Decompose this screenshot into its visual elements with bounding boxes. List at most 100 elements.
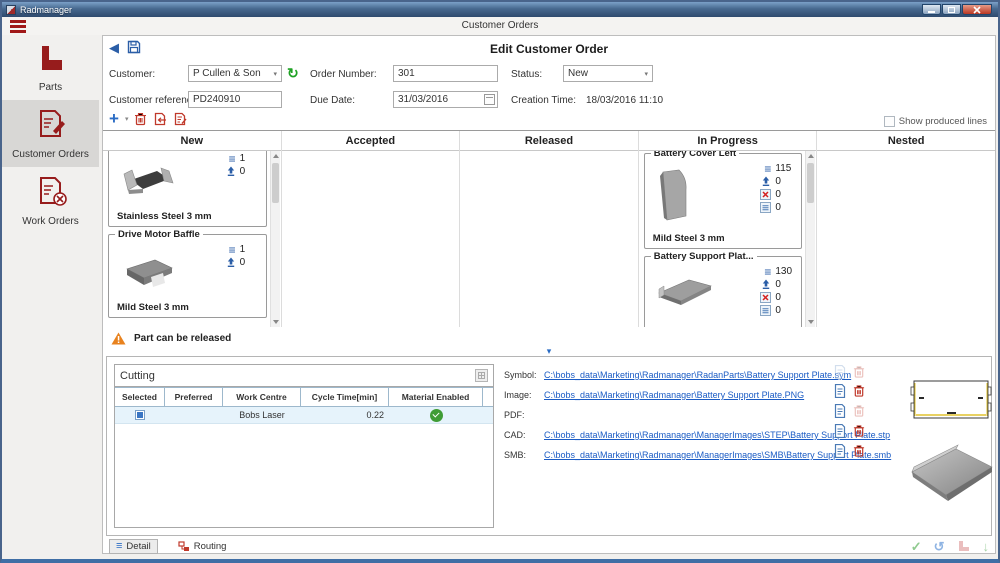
card-material: Mild Steel 3 mm bbox=[117, 302, 189, 313]
sidebar-item-label: Parts bbox=[4, 82, 97, 93]
file-link[interactable]: C:\bobs_data\Marketing\Radmanager\RadanP… bbox=[544, 370, 851, 380]
file-row-cad: CAD: C:\bobs_data\Marketing\Radmanager\M… bbox=[504, 427, 890, 443]
detail-list-icon: ≡ bbox=[116, 542, 122, 551]
file-label: Image: bbox=[504, 390, 544, 400]
customer-select[interactable]: P Cullen & Son ▾ bbox=[188, 65, 282, 82]
sidebar-item-label: Work Orders bbox=[4, 216, 97, 227]
window-title: Radmanager bbox=[20, 5, 922, 15]
status-select[interactable]: New ▾ bbox=[563, 65, 653, 82]
column-header: In Progress bbox=[639, 131, 817, 151]
order-line-card[interactable]: Battery Cover Left ≡115 0 bbox=[644, 153, 803, 249]
tab-detail[interactable]: ≡ Detail bbox=[109, 539, 158, 554]
part-action-icon[interactable] bbox=[957, 540, 971, 552]
file-delete-icon[interactable] bbox=[853, 444, 865, 458]
creation-time-label: Creation Time: bbox=[511, 95, 576, 106]
customer-reference-input[interactable] bbox=[188, 91, 282, 108]
reject-icon bbox=[760, 292, 771, 303]
column-header-preferred[interactable]: Preferred bbox=[165, 387, 223, 406]
export-line-icon[interactable] bbox=[153, 112, 167, 126]
board-column-new: New Chassis Base Panel ≡1 bbox=[103, 131, 282, 327]
cutting-title: Cutting bbox=[120, 370, 475, 382]
part-drawing-preview bbox=[907, 375, 995, 425]
file-delete-icon bbox=[853, 365, 865, 379]
board-column-nested: Nested bbox=[817, 131, 995, 327]
customer-label: Customer: bbox=[109, 69, 155, 80]
upload-count-value: 0 bbox=[775, 176, 793, 187]
column-header-material-enabled[interactable]: Material Enabled bbox=[389, 387, 483, 406]
column-header: Released bbox=[460, 131, 638, 151]
download-icon[interactable]: ↓ bbox=[983, 540, 990, 553]
part-thumbnail bbox=[117, 158, 179, 202]
minimize-button[interactable] bbox=[922, 4, 941, 15]
customer-value: P Cullen & Son bbox=[193, 68, 261, 79]
add-line-dropdown-icon[interactable]: ▾ bbox=[125, 115, 129, 123]
delete-line-icon[interactable] bbox=[134, 112, 147, 126]
column-body bbox=[282, 151, 460, 327]
quantity-icon: ≡ bbox=[764, 164, 771, 174]
sidebar-item-work-orders[interactable]: Work Orders bbox=[2, 167, 99, 234]
sidebar-item-customer-orders[interactable]: Customer Orders bbox=[2, 100, 99, 167]
file-row-symbol: Symbol: C:\bobs_data\Marketing\Radmanage… bbox=[504, 367, 851, 383]
file-delete-icon[interactable] bbox=[853, 384, 865, 398]
sidebar-item-label: Customer Orders bbox=[4, 149, 97, 160]
file-view-icon[interactable] bbox=[834, 384, 846, 398]
close-button[interactable] bbox=[962, 4, 992, 15]
grid-export-icon[interactable] bbox=[475, 369, 488, 382]
file-view-icon[interactable] bbox=[834, 444, 846, 458]
column-scrollbar[interactable] bbox=[270, 151, 280, 327]
file-label: PDF: bbox=[504, 410, 544, 420]
order-line-card[interactable]: Chassis Base Panel ≡1 0 bbox=[108, 151, 267, 227]
selected-checkbox[interactable] bbox=[135, 410, 145, 420]
file-row-image: Image: C:\bobs_data\Marketing\Radmanager… bbox=[504, 387, 804, 403]
file-label: CAD: bbox=[504, 430, 544, 440]
quantity-icon: ≡ bbox=[229, 154, 236, 164]
calendar-icon[interactable] bbox=[484, 94, 495, 105]
customer-reference-label: Customer reference: bbox=[109, 95, 200, 106]
nested-count-value: 0 bbox=[775, 202, 793, 213]
quantity-value: 1 bbox=[240, 244, 258, 255]
sidebar: Parts Customer Orders Work Orders bbox=[2, 35, 99, 559]
add-line-button[interactable]: + bbox=[109, 112, 119, 126]
quantity-icon: ≡ bbox=[229, 245, 236, 255]
column-header-cycle-time[interactable]: Cycle Time[min] bbox=[301, 387, 389, 406]
column-body: Battery Cover Left ≡115 0 bbox=[639, 151, 817, 327]
file-delete-icon[interactable] bbox=[853, 424, 865, 438]
tab-routing[interactable]: Routing bbox=[172, 540, 233, 553]
column-header: New bbox=[103, 131, 281, 151]
sidebar-item-parts[interactable]: Parts bbox=[2, 35, 99, 100]
due-date-input[interactable] bbox=[393, 91, 498, 108]
column-body: Chassis Base Panel ≡1 0 bbox=[103, 151, 281, 327]
order-number-label: Order Number: bbox=[310, 69, 377, 80]
undo-icon[interactable]: ↺ bbox=[934, 540, 945, 553]
file-view-icon[interactable] bbox=[834, 424, 846, 438]
upload-icon bbox=[226, 257, 236, 268]
order-number-input[interactable] bbox=[393, 65, 498, 82]
page-title: Edit Customer Order bbox=[103, 42, 995, 56]
upload-icon bbox=[226, 166, 236, 177]
order-line-card[interactable]: Battery Support Plat... ≡130 0 bbox=[644, 256, 803, 327]
column-header-selected[interactable]: Selected bbox=[115, 387, 165, 406]
maximize-button[interactable] bbox=[942, 4, 961, 15]
nested-icon bbox=[760, 305, 771, 316]
table-row[interactable]: Bobs Laser 0.22 bbox=[115, 407, 493, 424]
accept-icon[interactable]: ✓ bbox=[911, 540, 922, 553]
file-view-icon[interactable] bbox=[834, 404, 846, 418]
file-link[interactable]: C:\bobs_data\Marketing\Radmanager\Batter… bbox=[544, 390, 804, 400]
edit-line-icon[interactable] bbox=[173, 112, 187, 126]
refresh-customer-icon[interactable]: ↻ bbox=[287, 66, 299, 80]
show-produced-lines-label: Show produced lines bbox=[899, 116, 987, 127]
show-produced-lines-checkbox[interactable] bbox=[884, 116, 895, 127]
reject-count-value: 0 bbox=[775, 292, 793, 303]
upload-icon bbox=[761, 279, 771, 290]
column-body bbox=[817, 151, 995, 327]
file-row-pdf: PDF: bbox=[504, 407, 544, 423]
tab-label: Detail bbox=[126, 541, 150, 552]
cutting-table: Cutting Selected Preferred Work Centre C… bbox=[114, 364, 494, 528]
order-lines-board: New Chassis Base Panel ≡1 bbox=[103, 130, 995, 327]
chevron-down-icon: ▾ bbox=[273, 70, 277, 78]
part-thumbnail bbox=[117, 249, 179, 293]
column-scrollbar[interactable] bbox=[805, 151, 815, 327]
column-header-work-centre[interactable]: Work Centre bbox=[223, 387, 301, 406]
order-line-card[interactable]: Drive Motor Baffle ≡1 0 bbox=[108, 234, 267, 318]
material-enabled-icon bbox=[430, 409, 443, 422]
